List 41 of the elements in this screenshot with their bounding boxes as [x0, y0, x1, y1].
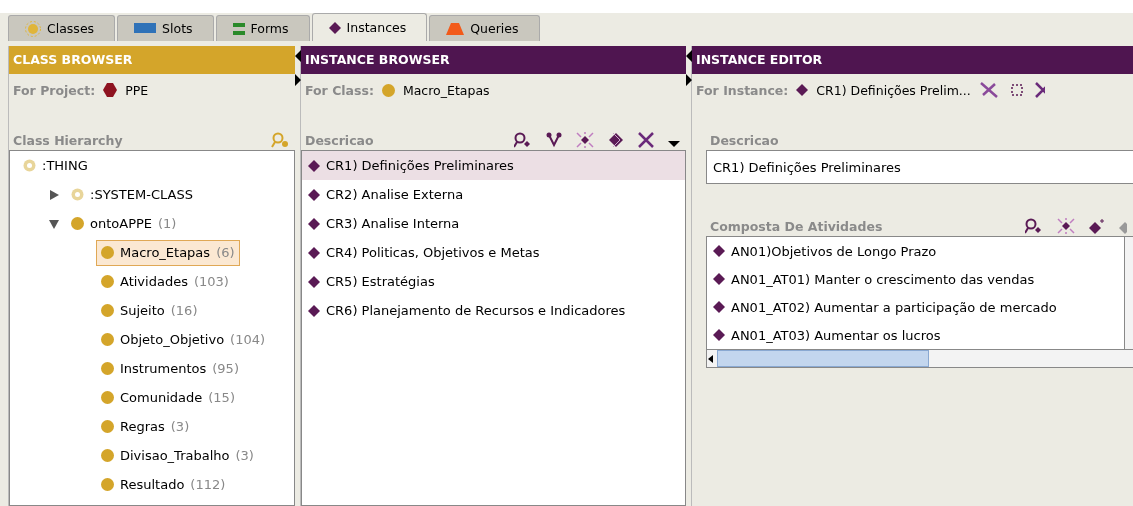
activity-item[interactable]: AN01)Objetivos de Longo Prazo [707, 237, 1124, 265]
tree-item[interactable]: Sujeito (16) [96, 297, 203, 324]
instance-item[interactable]: CR2) Analise Externa [302, 180, 685, 209]
class-label: For Class: [305, 82, 374, 98]
descricao-label: Descricao [710, 133, 779, 148]
panel-title: CLASS BROWSER [9, 46, 295, 74]
panel-title: INSTANCE EDITOR [692, 46, 1133, 74]
tree-item[interactable]: Instrumentos (95) [96, 355, 244, 382]
tab[interactable]: Forms [215, 15, 310, 41]
tab[interactable]: Queries [429, 15, 540, 41]
tab[interactable]: Slots [117, 15, 214, 41]
project-label: For Project: [13, 82, 96, 98]
hierarchy-label: Class Hierarchy [13, 133, 123, 148]
tree-item[interactable]: Atividades (103) [96, 268, 234, 295]
instance-item[interactable]: CR1) Definições Preliminares [302, 151, 685, 180]
class-name: Macro_Etapas [402, 82, 490, 98]
list-label: Descricao [305, 133, 374, 148]
tree-item[interactable]: Resultado (112) [96, 471, 231, 498]
panel-title: INSTANCE BROWSER [301, 46, 686, 74]
tab[interactable]: Instances [311, 13, 428, 41]
project-name: PPE [125, 82, 149, 98]
instance-label: For Instance: [696, 82, 789, 98]
instance-item[interactable]: CR6) Planejamento de Recursos e Indicadores [302, 296, 685, 325]
activity-item[interactable]: AN01_AT01) Manter o crescimento das vendas [707, 265, 1124, 293]
tree-item[interactable]: Regras (3) [96, 413, 195, 440]
instance-name: CR1) Definições Prelim... [816, 82, 971, 98]
descricao-field[interactable]: CR1) Definições Preliminares [706, 150, 1133, 184]
activity-item[interactable]: AN01_AT03) Aumentar os lucros [707, 321, 1124, 349]
tree-item[interactable]: Divisao_Trabalho (3) [96, 442, 259, 469]
tree-item[interactable]: Comunidade (15) [96, 384, 240, 411]
instance-item[interactable]: CR4) Politicas, Objetivos e Metas [302, 238, 685, 267]
tree-item[interactable]: :SYSTEM-CLASS [66, 181, 198, 208]
tree-item[interactable]: Objeto_Objetivo (104) [96, 326, 271, 353]
instance-item[interactable]: CR3) Analise Interna [302, 209, 685, 238]
tree-item[interactable]: Macro_Etapas (6) [96, 239, 240, 266]
tab[interactable]: Classes [8, 15, 116, 41]
tree-item[interactable]: :THING [18, 152, 93, 179]
instance-item[interactable]: CR5) Estratégias [302, 267, 685, 296]
composta-label: Composta De Atividades [710, 219, 883, 234]
activity-item[interactable]: AN01_AT02) Aumentar a participação de mercado [707, 293, 1124, 321]
tree-item[interactable]: ontoAPPE (1) [66, 210, 182, 237]
